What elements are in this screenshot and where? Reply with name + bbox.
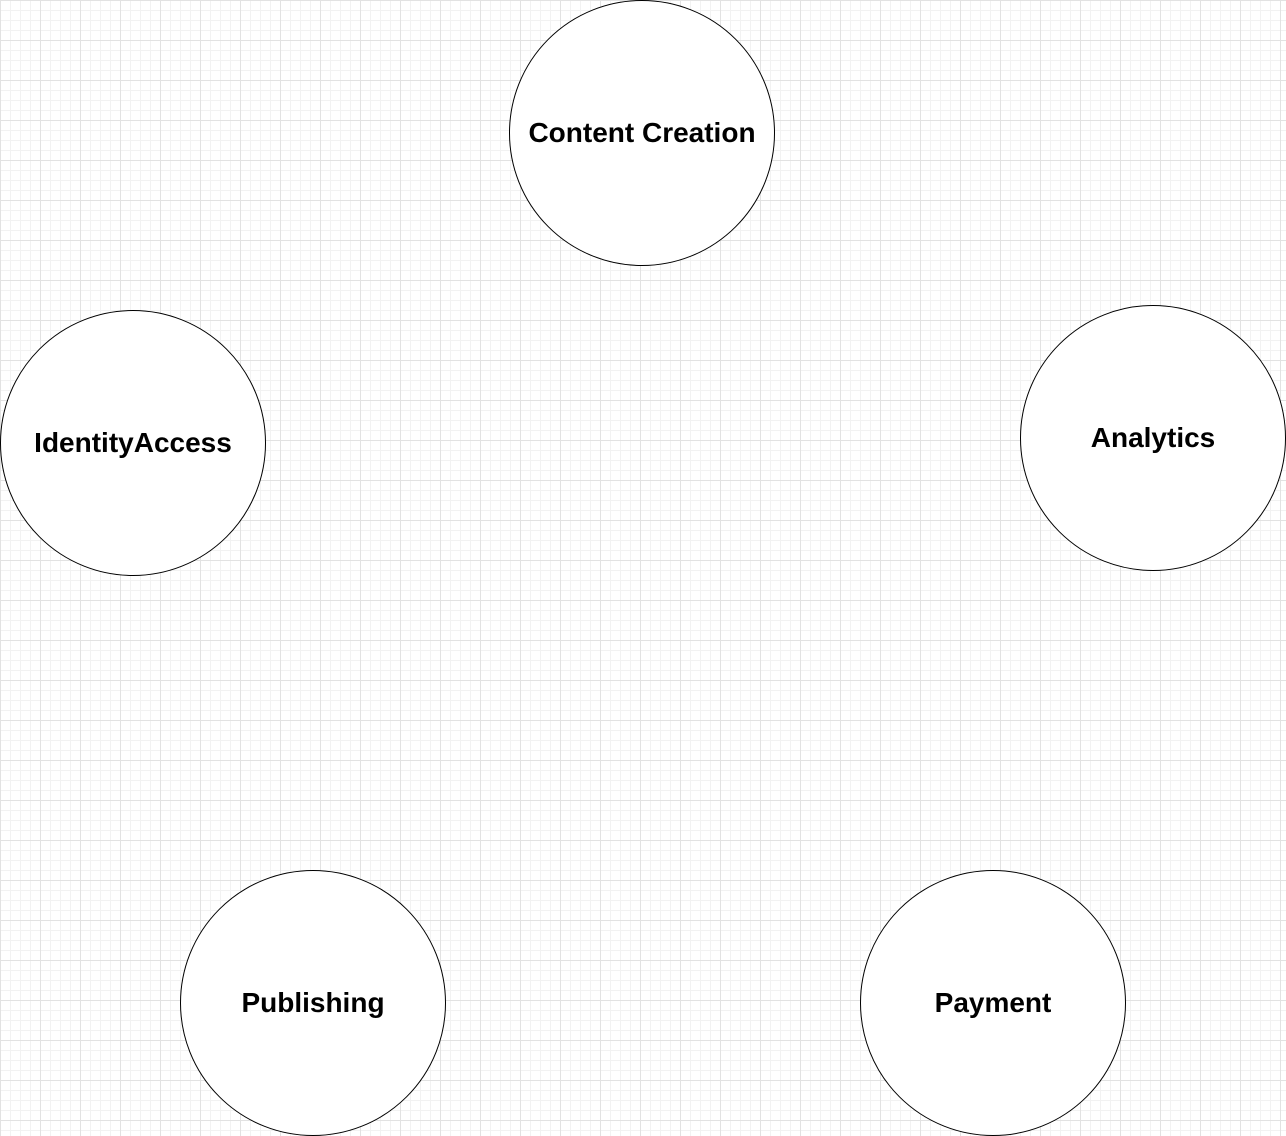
node-identity-access[interactable]: IdentityAccess (0, 310, 266, 576)
node-label: IdentityAccess (34, 427, 232, 458)
node-label: Publishing (241, 987, 385, 1018)
node-payment[interactable]: Payment (860, 870, 1126, 1136)
node-publishing[interactable]: Publishing (180, 870, 446, 1136)
node-content-creation[interactable]: Content Creation (509, 0, 775, 266)
node-label: Content Creation (528, 117, 756, 148)
diagram-canvas: Content Creation IdentityAccess Analytic… (0, 0, 1286, 1136)
node-analytics[interactable]: Analytics (1020, 305, 1286, 571)
node-label: Payment (934, 987, 1052, 1018)
node-label: Analytics (1090, 422, 1216, 453)
